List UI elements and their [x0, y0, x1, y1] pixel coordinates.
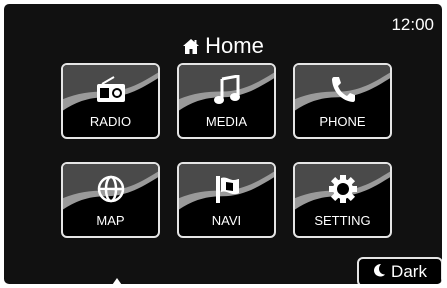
moon-icon [373, 262, 386, 282]
media-button[interactable]: MEDIA [177, 63, 276, 139]
head-unit-screen: 12:00 Home RADIO MEDIA PHONE MAP NAVI SE… [4, 4, 442, 284]
home-icon [182, 35, 200, 61]
music-note-icon [213, 74, 240, 110]
map-button[interactable]: MAP [61, 162, 160, 238]
dark-mode-button[interactable]: Dark [357, 257, 442, 284]
tile-label: NAVI [211, 213, 242, 228]
tile-label: MEDIA [205, 114, 248, 129]
tile-label: MAP [96, 213, 125, 228]
globe-icon [96, 174, 126, 209]
setting-button[interactable]: SETTING [293, 162, 392, 238]
page-title-text: Home [205, 33, 264, 58]
radio-button[interactable]: RADIO [61, 63, 160, 139]
flag-icon [213, 174, 241, 209]
gear-icon [328, 174, 358, 209]
page-title: Home [4, 33, 442, 61]
navi-button[interactable]: NAVI [177, 162, 276, 238]
radio-icon [96, 75, 126, 108]
pointer-indicator [110, 278, 124, 284]
tile-label: PHONE [319, 114, 366, 129]
phone-icon [330, 75, 356, 108]
tile-label: SETTING [314, 213, 371, 228]
phone-button[interactable]: PHONE [293, 63, 392, 139]
dark-mode-label: Dark [391, 262, 427, 281]
tile-label: RADIO [89, 114, 132, 129]
clock: 12:00 [391, 15, 434, 34]
